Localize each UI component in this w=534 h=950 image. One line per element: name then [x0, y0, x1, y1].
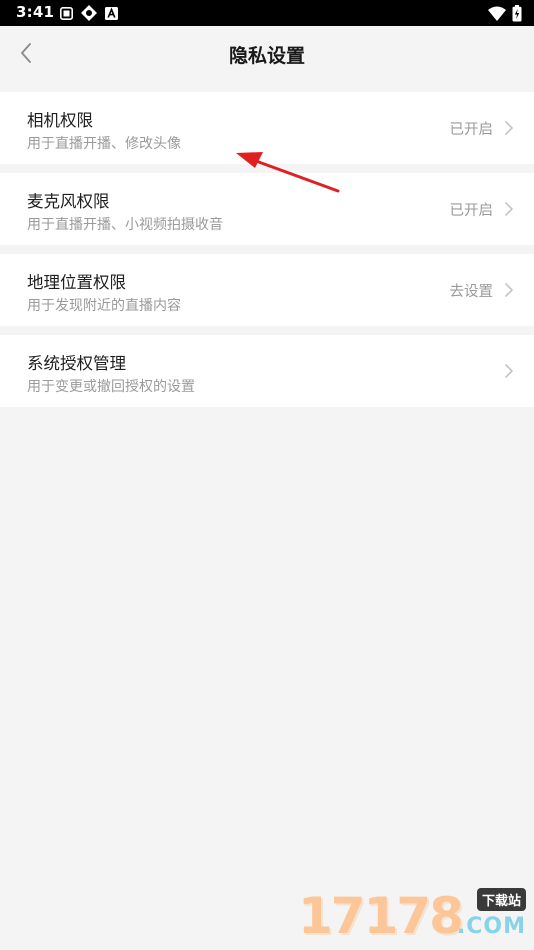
- status-icons-right: [488, 5, 522, 26]
- page-title: 隐私设置: [228, 45, 305, 67]
- battery-charging-icon: [512, 5, 522, 26]
- setting-item-location[interactable]: 地理位置权限 用于发现附近的直播内容 去设置: [0, 254, 534, 326]
- notification-icon: [60, 6, 73, 20]
- setting-item-status: 去设置: [449, 284, 494, 300]
- status-icons-left: [60, 5, 118, 21]
- setting-item-microphone[interactable]: 麦克风权限 用于直播开播、小视频拍摄收音 已开启: [0, 173, 534, 245]
- setting-item-title: 麦克风权限: [27, 192, 110, 211]
- setting-item-desc: 用于发现附近的直播内容: [27, 298, 181, 314]
- a-icon: [105, 6, 118, 20]
- status-time: 3:41: [16, 3, 55, 21]
- chevron-right-icon: [504, 201, 514, 217]
- setting-item-desc: 用于直播开播、小视频拍摄收音: [27, 217, 223, 233]
- watermark-badge: 下载站: [476, 888, 526, 911]
- setting-item-title: 系统授权管理: [27, 354, 126, 373]
- setting-item-title: 地理位置权限: [27, 273, 126, 292]
- setting-item-title: 相机权限: [27, 111, 93, 130]
- aperture-icon: [81, 5, 97, 21]
- setting-item-status: 已开启: [449, 203, 494, 219]
- status-bar: 3:41: [0, 0, 534, 26]
- setting-item-desc: 用于变更或撤回授权的设置: [27, 379, 195, 395]
- watermark-digits: 17178: [298, 887, 464, 945]
- settings-list: 相机权限 用于直播开播、修改头像 已开启 麦克风权限 用于直播开播、小视频拍摄收…: [0, 92, 534, 416]
- wifi-icon: [488, 6, 506, 25]
- chevron-right-icon: [504, 282, 514, 298]
- watermark-logo: 17178 下载站 .COM: [298, 888, 526, 944]
- chevron-right-icon: [504, 363, 514, 379]
- setting-item-status: 已开启: [449, 122, 494, 138]
- setting-item-desc: 用于直播开播、修改头像: [27, 136, 181, 152]
- setting-item-camera[interactable]: 相机权限 用于直播开播、修改头像 已开启: [0, 92, 534, 164]
- chevron-right-icon: [504, 120, 514, 136]
- watermark-domain: .COM: [456, 914, 526, 939]
- header-bar: 隐私设置: [0, 26, 534, 84]
- setting-item-system-authorization[interactable]: 系统授权管理 用于变更或撤回授权的设置: [0, 335, 534, 407]
